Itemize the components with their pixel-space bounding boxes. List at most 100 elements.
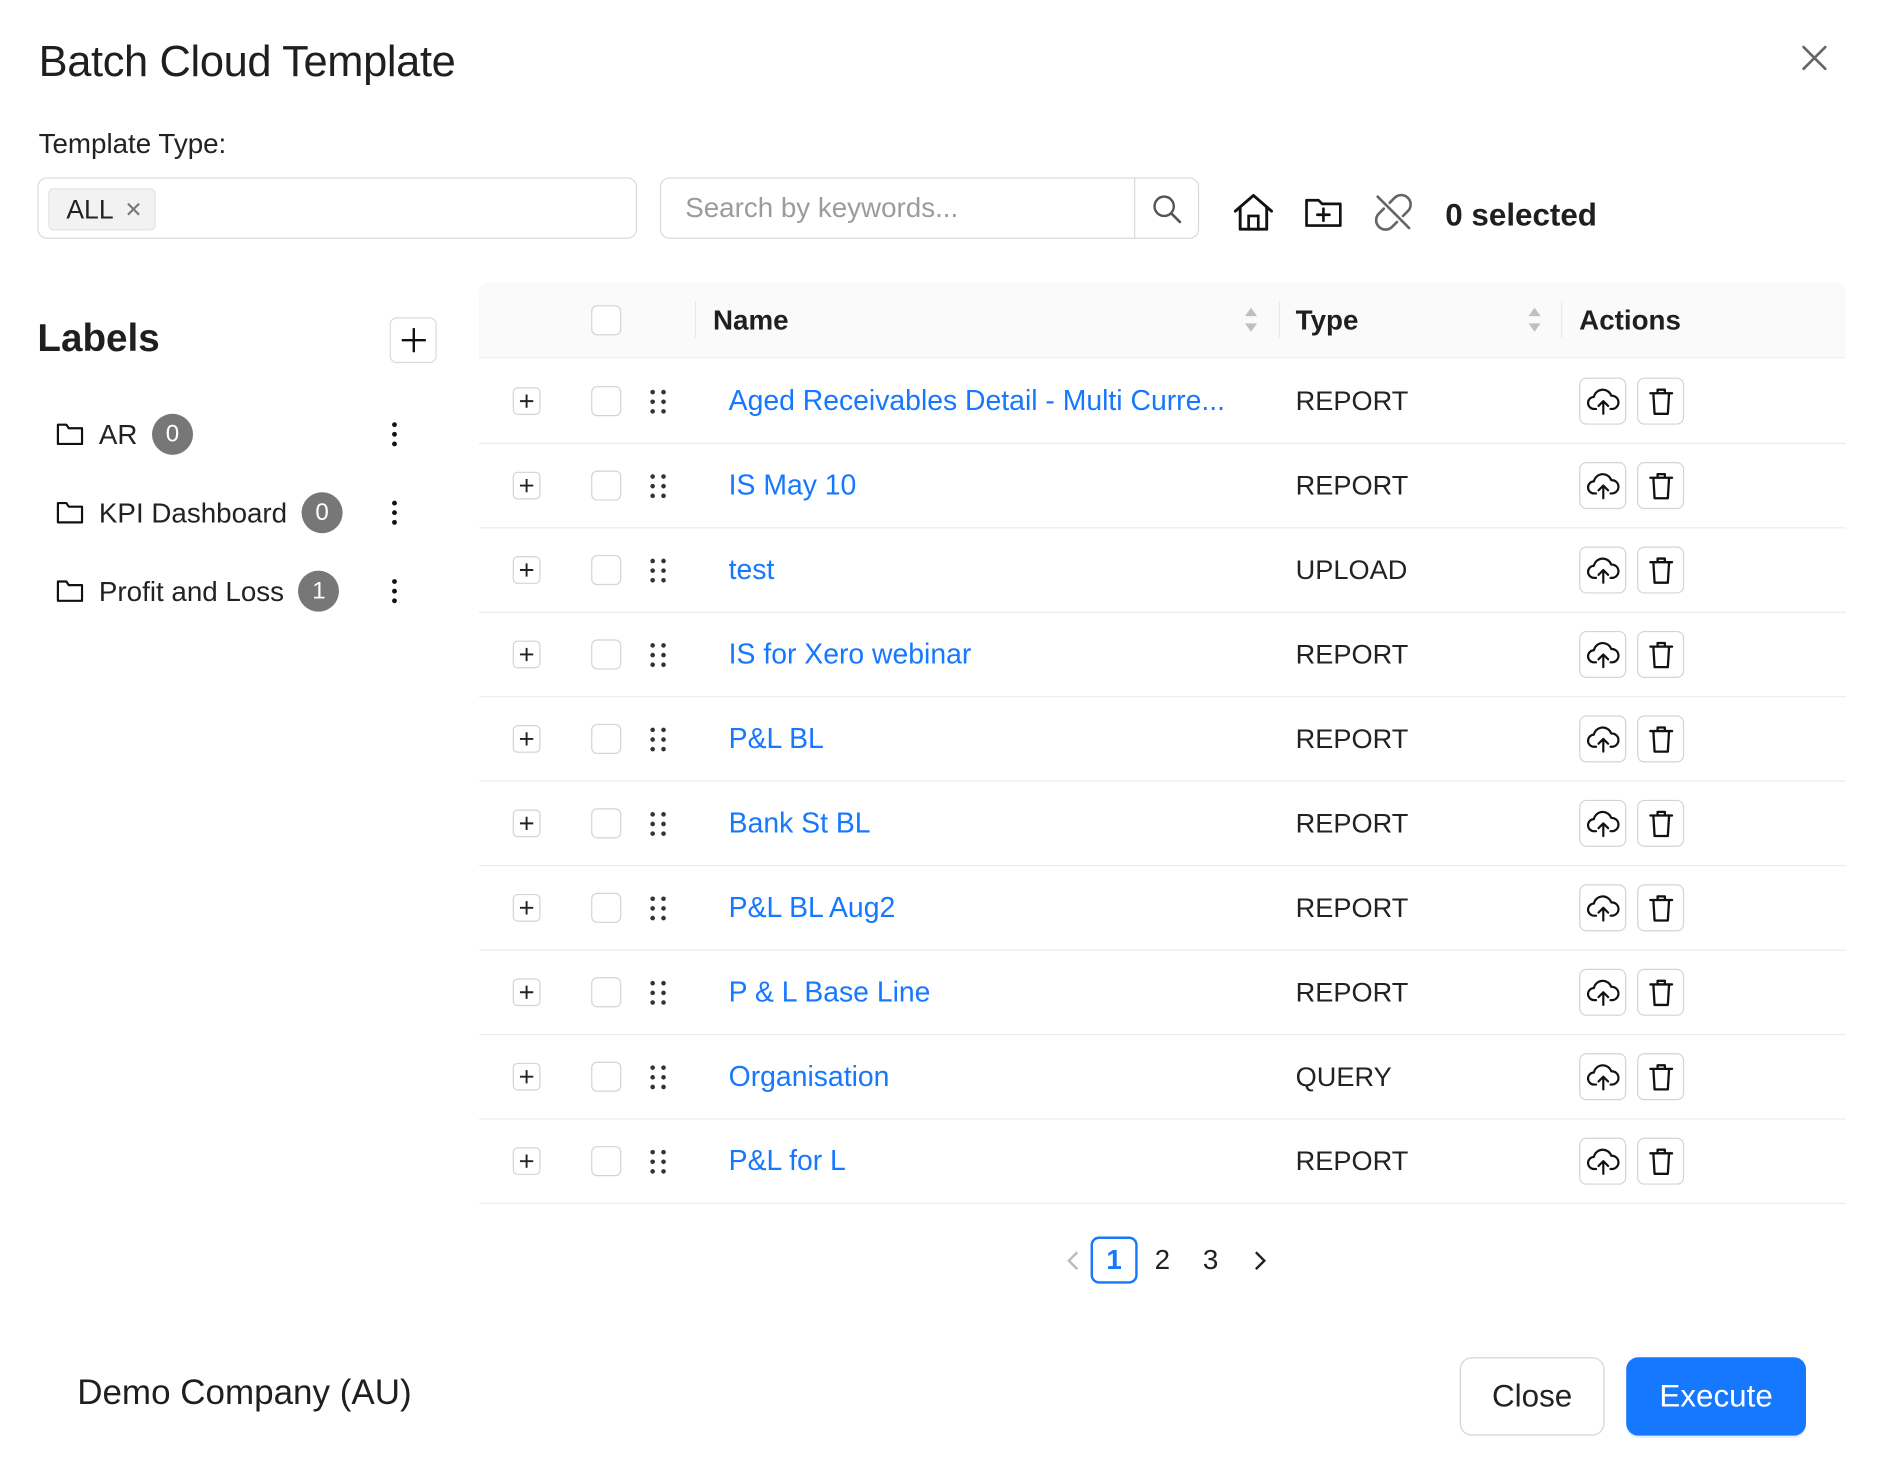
- label-menu-button[interactable]: [381, 489, 408, 537]
- delete-button[interactable]: [1637, 462, 1685, 510]
- search-bar: [659, 177, 1200, 239]
- row-checkbox[interactable]: [591, 470, 622, 501]
- delete-button[interactable]: [1637, 968, 1685, 1016]
- row-checkbox[interactable]: [591, 723, 622, 754]
- drag-handle-icon[interactable]: [647, 809, 671, 838]
- drag-handle-icon[interactable]: [647, 1063, 671, 1092]
- template-type-select[interactable]: ALL ✕: [37, 177, 637, 239]
- delete-button[interactable]: [1637, 1137, 1685, 1185]
- label-count-badge: 1: [298, 570, 340, 612]
- row-checkbox[interactable]: [591, 554, 622, 586]
- row-checkbox[interactable]: [591, 892, 622, 923]
- label-menu-button[interactable]: [381, 410, 408, 458]
- cloud-upload-icon: [1586, 1063, 1619, 1090]
- row-checkbox[interactable]: [591, 808, 622, 839]
- delete-button[interactable]: [1637, 715, 1685, 763]
- unlink-button[interactable]: [1369, 188, 1417, 236]
- expand-row-button[interactable]: [512, 1062, 541, 1091]
- add-label-button[interactable]: [389, 317, 437, 364]
- table-row: P&L for L REPORT: [478, 1120, 1846, 1204]
- pagination-next[interactable]: [1235, 1237, 1282, 1284]
- name-column-header[interactable]: Name: [713, 282, 789, 357]
- row-checkbox[interactable]: [591, 386, 622, 417]
- home-button[interactable]: [1229, 188, 1277, 236]
- search-button[interactable]: [1134, 178, 1198, 238]
- execute-button[interactable]: Execute: [1626, 1357, 1806, 1436]
- pagination-prev[interactable]: [1050, 1237, 1097, 1284]
- delete-button[interactable]: [1637, 1053, 1685, 1101]
- delete-button[interactable]: [1637, 884, 1685, 932]
- drag-handle-icon[interactable]: [647, 387, 671, 416]
- row-checkbox[interactable]: [591, 977, 622, 1008]
- upload-button[interactable]: [1579, 799, 1627, 847]
- drag-handle-icon[interactable]: [647, 978, 671, 1007]
- row-checkbox[interactable]: [591, 1061, 622, 1092]
- template-name-link[interactable]: Bank St BL: [729, 782, 871, 865]
- upload-button[interactable]: [1579, 968, 1627, 1016]
- label-item-ar[interactable]: AR 0: [55, 410, 193, 458]
- expand-row-button[interactable]: [512, 1147, 541, 1176]
- trash-icon: [1648, 894, 1673, 922]
- label-item-kpi-dashboard[interactable]: KPI Dashboard 0: [55, 489, 343, 537]
- upload-button[interactable]: [1579, 1053, 1627, 1101]
- template-name-link[interactable]: IS for Xero webinar: [729, 613, 972, 696]
- expand-row-button[interactable]: [512, 471, 541, 500]
- new-folder-button[interactable]: [1299, 188, 1347, 236]
- upload-button[interactable]: [1579, 462, 1627, 510]
- template-name-link[interactable]: Aged Receivables Detail - Multi Curre...: [729, 360, 1225, 443]
- upload-button[interactable]: [1579, 715, 1627, 763]
- delete-button[interactable]: [1637, 546, 1685, 594]
- select-all-checkbox[interactable]: [591, 305, 622, 336]
- sort-icon[interactable]: [1526, 303, 1543, 337]
- trash-icon: [1648, 1147, 1673, 1175]
- type-column-header[interactable]: Type: [1296, 282, 1359, 357]
- upload-button[interactable]: [1579, 884, 1627, 932]
- drag-handle-icon[interactable]: [647, 725, 671, 754]
- close-button[interactable]: Close: [1459, 1357, 1605, 1436]
- drag-handle-icon[interactable]: [647, 641, 671, 670]
- template-type-cell: REPORT: [1295, 892, 1409, 923]
- plus-icon: [519, 647, 534, 662]
- expand-row-button[interactable]: [512, 725, 541, 753]
- template-name-link[interactable]: IS May 10: [729, 444, 857, 527]
- upload-button[interactable]: [1579, 1137, 1627, 1185]
- label-menu-button[interactable]: [381, 567, 408, 615]
- upload-button[interactable]: [1579, 377, 1627, 425]
- expand-row-button[interactable]: [512, 556, 541, 584]
- dialog-title: Batch Cloud Template: [38, 36, 456, 86]
- template-name-link[interactable]: P&L BL Aug2: [729, 866, 896, 949]
- label-item-profit-and-loss[interactable]: Profit and Loss 1: [55, 567, 340, 615]
- pagination-page-3[interactable]: 3: [1187, 1237, 1234, 1284]
- expand-row-button[interactable]: [512, 978, 541, 1007]
- sort-icon[interactable]: [1243, 303, 1260, 337]
- drag-handle-icon[interactable]: [647, 1147, 671, 1176]
- row-checkbox[interactable]: [591, 1146, 622, 1177]
- table-row: IS for Xero webinar REPORT: [478, 613, 1846, 698]
- template-name-link[interactable]: P & L Base Line: [729, 951, 931, 1034]
- delete-button[interactable]: [1637, 630, 1685, 678]
- upload-button[interactable]: [1579, 630, 1627, 678]
- table-row: test UPLOAD: [478, 528, 1846, 613]
- drag-handle-icon[interactable]: [647, 472, 671, 501]
- template-name-link[interactable]: P&L BL: [729, 697, 824, 780]
- drag-handle-icon[interactable]: [647, 894, 671, 923]
- upload-button[interactable]: [1579, 546, 1627, 594]
- table-row: Organisation QUERY: [478, 1035, 1846, 1120]
- label-name: AR: [98, 418, 138, 450]
- delete-button[interactable]: [1637, 377, 1685, 425]
- expand-row-button[interactable]: [512, 893, 541, 922]
- template-name-link[interactable]: Organisation: [729, 1035, 890, 1118]
- row-checkbox[interactable]: [591, 639, 622, 670]
- drag-handle-icon[interactable]: [647, 556, 671, 585]
- tag-remove-icon[interactable]: ✕: [124, 198, 142, 220]
- close-dialog-button[interactable]: [1793, 36, 1836, 79]
- expand-row-button[interactable]: [512, 640, 541, 669]
- expand-row-button[interactable]: [512, 387, 541, 416]
- search-input[interactable]: [661, 178, 1135, 238]
- template-name-link[interactable]: P&L for L: [729, 1120, 846, 1203]
- expand-row-button[interactable]: [512, 809, 541, 838]
- delete-button[interactable]: [1637, 799, 1685, 847]
- pagination-page-1[interactable]: 1: [1090, 1236, 1138, 1284]
- pagination-page-2[interactable]: 2: [1139, 1237, 1186, 1284]
- template-name-link[interactable]: test: [729, 528, 775, 611]
